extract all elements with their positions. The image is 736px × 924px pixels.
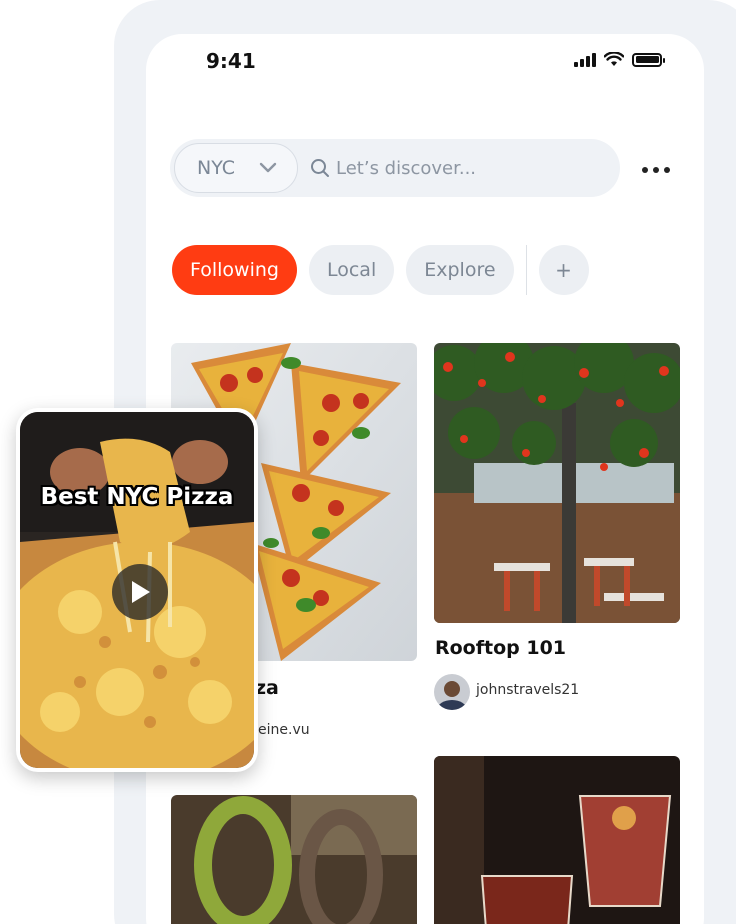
wifi-icon — [604, 52, 624, 66]
more-button[interactable] — [636, 160, 676, 180]
video-title: Best NYC Pizza — [40, 484, 234, 510]
card-title[interactable]: Rooftop 101 — [435, 637, 566, 659]
signal-icon — [574, 52, 596, 67]
more-dot — [664, 167, 670, 173]
battery-icon — [632, 52, 665, 67]
tab-local[interactable]: Local — [308, 245, 395, 295]
tab-explore[interactable]: Explore — [406, 245, 514, 295]
pretzel-image[interactable] — [171, 795, 417, 924]
search-input[interactable] — [336, 147, 606, 189]
card-author-fragment: eine.vu — [258, 722, 310, 738]
video-card[interactable]: Best NYC Pizza — [16, 408, 258, 772]
tab-following[interactable]: Following — [172, 245, 297, 295]
tab-divider — [525, 245, 527, 295]
more-dot — [653, 167, 659, 173]
status-icons — [574, 52, 665, 67]
more-dot — [642, 167, 648, 173]
feed-tabs: Following Local Explore + — [172, 245, 601, 295]
card-author[interactable]: johnstravels21 — [476, 682, 579, 698]
card-title-fragment: za — [255, 677, 279, 699]
search-icon — [311, 159, 329, 177]
add-tab-button[interactable]: + — [538, 245, 589, 295]
search-bar: NYC — [170, 139, 620, 197]
status-time: 9:41 — [206, 49, 256, 73]
chevron-down-icon — [259, 162, 277, 173]
play-icon — [132, 581, 150, 603]
avatar[interactable] — [434, 674, 470, 710]
city-label: NYC — [197, 157, 236, 179]
rooftop-image[interactable] — [434, 343, 680, 623]
play-button[interactable] — [112, 564, 168, 620]
cocktails-image[interactable] — [434, 756, 680, 924]
city-select[interactable]: NYC — [174, 143, 298, 193]
video-thumbnail: Best NYC Pizza — [20, 412, 254, 768]
